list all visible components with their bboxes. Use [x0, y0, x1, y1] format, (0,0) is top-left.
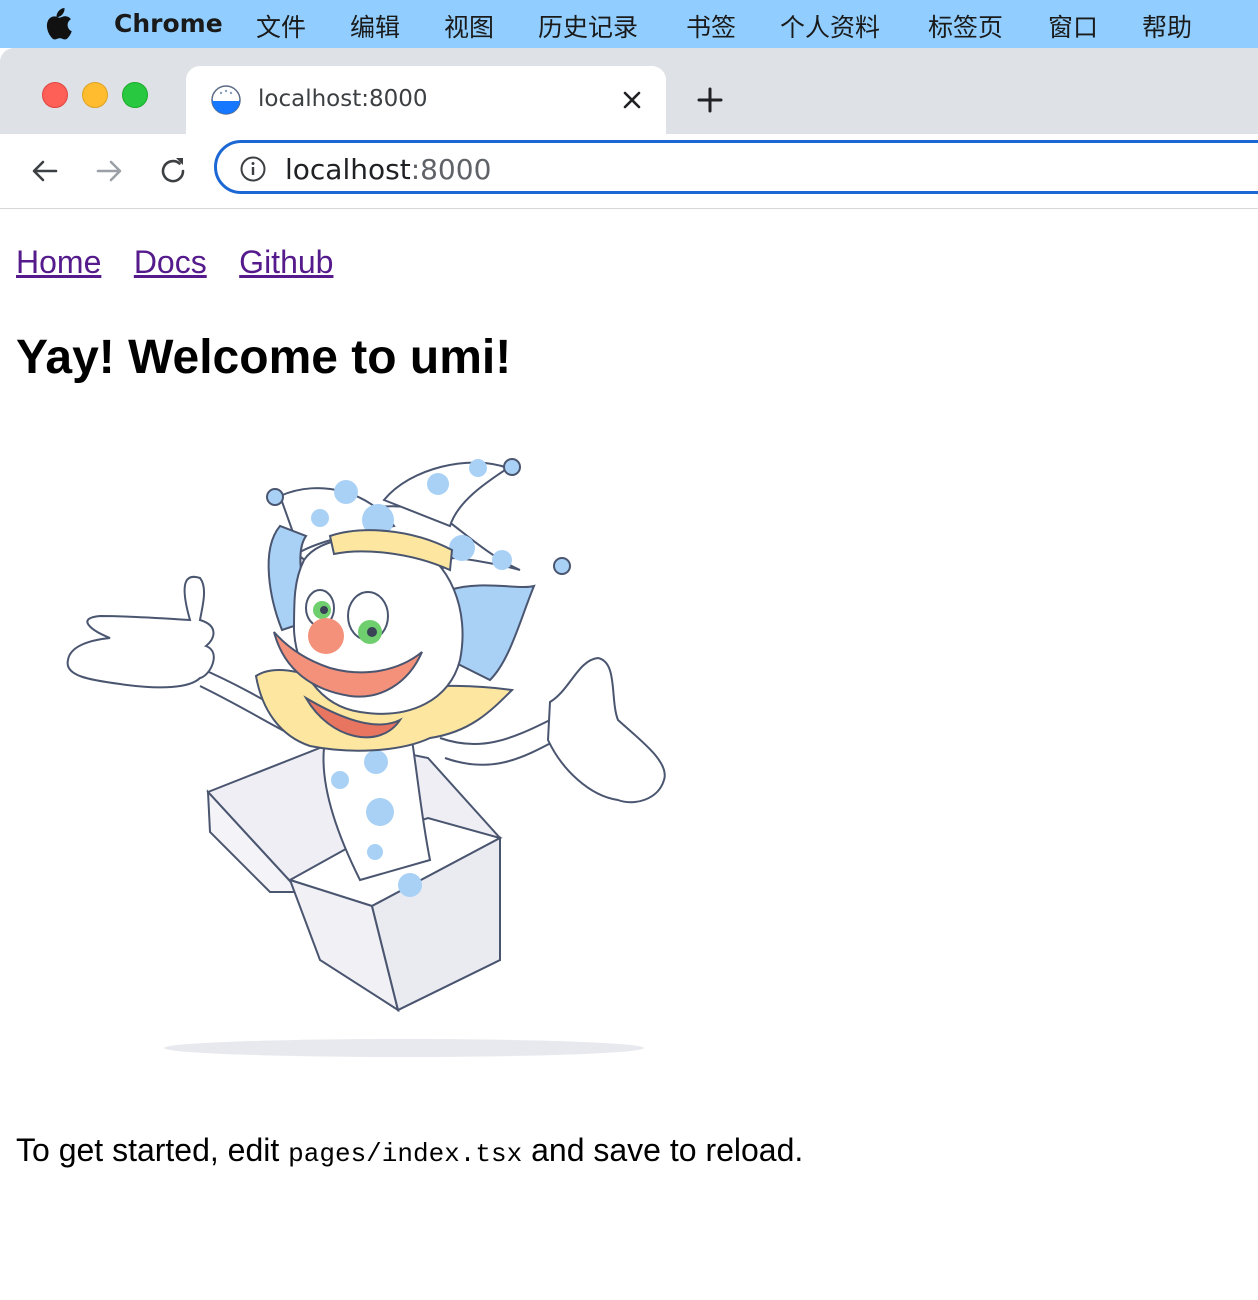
macos-menu-bar: Chrome 文件 编辑 视图 历史记录 书签 个人资料 标签页 窗口 帮助 — [0, 0, 1258, 48]
menu-window[interactable]: 窗口 — [1048, 8, 1098, 44]
browser-toolbar: localhost:8000 — [0, 134, 1258, 209]
zoom-window-button[interactable] — [122, 82, 148, 108]
close-window-button[interactable] — [42, 82, 68, 108]
forward-arrow-icon[interactable] — [92, 154, 126, 188]
intro-text: To get started, edit pages/index.tsx and… — [16, 1132, 803, 1169]
menu-view[interactable]: 视图 — [444, 8, 494, 44]
reload-icon[interactable] — [156, 154, 190, 188]
menu-app-name[interactable]: Chrome — [114, 9, 223, 38]
menu-profiles[interactable]: 个人资料 — [780, 8, 880, 44]
nav-link-github[interactable]: Github — [239, 244, 333, 280]
close-tab-icon[interactable] — [618, 86, 646, 114]
site-info-icon[interactable] — [239, 155, 267, 183]
intro-text-before: To get started, edit — [16, 1132, 280, 1168]
apple-logo-icon[interactable] — [42, 8, 72, 40]
back-arrow-icon[interactable] — [28, 154, 62, 188]
address-bar-url[interactable]: localhost:8000 — [285, 153, 491, 186]
intro-code-path: pages/index.tsx — [288, 1139, 523, 1169]
menu-help[interactable]: 帮助 — [1142, 8, 1192, 44]
tab-title: localhost:8000 — [258, 86, 428, 112]
menu-tab[interactable]: 标签页 — [928, 8, 1003, 44]
menu-file[interactable]: 文件 — [256, 8, 306, 44]
nav-link-home[interactable]: Home — [16, 244, 101, 280]
browser-tab[interactable]: localhost:8000 — [186, 66, 666, 136]
menu-edit[interactable]: 编辑 — [350, 8, 400, 44]
nav-link-docs[interactable]: Docs — [134, 244, 207, 280]
minimize-window-button[interactable] — [82, 82, 108, 108]
page-nav: Home Docs Github — [16, 244, 361, 281]
umi-favicon-icon — [211, 85, 241, 115]
url-host: localhost — [285, 153, 411, 186]
address-bar[interactable]: localhost:8000 — [214, 140, 1258, 194]
menu-history[interactable]: 历史记录 — [538, 8, 638, 44]
new-tab-icon[interactable] — [694, 84, 726, 116]
jester-in-box-illustration — [66, 458, 666, 1057]
page-title: Yay! Welcome to umi! — [16, 331, 512, 384]
menu-bookmarks[interactable]: 书签 — [686, 8, 736, 44]
url-port: :8000 — [410, 153, 492, 186]
intro-text-after: and save to reload. — [531, 1132, 804, 1168]
